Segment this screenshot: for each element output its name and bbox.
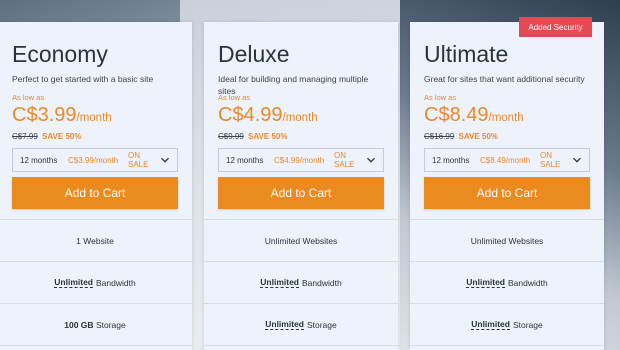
save-label: SAVE 50%	[458, 132, 498, 141]
feature-list: Unlimited Websites Unlimited Bandwidth Un…	[204, 219, 398, 346]
added-security-badge: Added Security	[519, 17, 592, 37]
feature-websites: Unlimited Websites	[204, 220, 398, 262]
as-low-as-label: As low as	[12, 93, 45, 102]
price-period: /month	[488, 112, 524, 124]
price-line: C$4.99/month	[218, 103, 384, 127]
term-dropdown[interactable]: 12 months C$8.49/month ON SALE	[424, 148, 590, 172]
add-to-cart-button[interactable]: Add to Cart	[12, 177, 178, 209]
plan-price: C$8.49	[424, 104, 489, 126]
save-label: SAVE 50%	[248, 132, 288, 141]
term-dropdown[interactable]: 12 months C$3.99/month ON SALE	[12, 148, 178, 172]
feature-storage: Unlimited Storage	[204, 304, 398, 346]
add-to-cart-button[interactable]: Add to Cart	[424, 177, 590, 209]
on-sale-label: ON SALE	[540, 151, 561, 169]
feature-text: Unlimited Websites	[470, 235, 544, 246]
original-price: C$16.99	[424, 132, 455, 141]
add-to-cart-button[interactable]: Add to Cart	[218, 177, 384, 209]
plan-description: Ideal for building and managing multiple…	[218, 74, 369, 96]
feature-text: Bandwidth	[302, 277, 342, 288]
chevron-down-icon	[367, 157, 375, 163]
savings-line: C$7.99 SAVE 50%	[12, 131, 178, 143]
chevron-down-icon	[573, 157, 581, 163]
plan-name: Deluxe	[218, 41, 290, 67]
feature-text: Storage	[306, 319, 337, 330]
plan-name: Ultimate	[424, 41, 509, 67]
feature-highlight[interactable]: Unlimited	[466, 277, 506, 288]
price-period: /month	[76, 112, 112, 124]
feature-storage: Unlimited Storage	[410, 304, 604, 346]
price-line: C$3.99/month	[12, 103, 178, 127]
term-price: C$4.99/month	[274, 155, 325, 165]
feature-highlight: 100 GB	[64, 319, 94, 330]
feature-list: 1 Website Unlimited Bandwidth 100 GB Stor…	[0, 219, 192, 346]
plan-description: Great for sites that want additional sec…	[424, 74, 585, 84]
term-months: 12 months	[20, 155, 58, 165]
feature-websites: Unlimited Websites	[410, 220, 604, 262]
on-sale-label: ON SALE	[334, 151, 355, 169]
original-price: C$9.99	[218, 132, 244, 141]
feature-text: 1 Website	[76, 235, 114, 246]
feature-websites: 1 Website	[0, 220, 192, 262]
original-price: C$7.99	[12, 132, 38, 141]
on-sale-label: ON SALE	[128, 151, 149, 169]
feature-bandwidth: Unlimited Bandwidth	[410, 262, 604, 304]
plan-card-ultimate: Ultimate Great for sites that want addit…	[410, 22, 604, 350]
term-dropdown[interactable]: 12 months C$4.99/month ON SALE	[218, 148, 384, 172]
save-label: SAVE 50%	[42, 132, 82, 141]
as-low-as-label: As low as	[424, 93, 457, 102]
feature-bandwidth: Unlimited Bandwidth	[0, 262, 192, 304]
feature-text: Storage	[512, 319, 543, 330]
feature-highlight[interactable]: Unlimited	[265, 319, 304, 330]
term-months: 12 months	[226, 155, 264, 165]
plan-card-economy: Economy Perfect to get started with a ba…	[0, 22, 192, 350]
plan-description: Perfect to get started with a basic site	[12, 74, 154, 84]
feature-list: Unlimited Websites Unlimited Bandwidth Un…	[410, 219, 604, 346]
feature-text: Unlimited Websites	[264, 235, 338, 246]
feature-text: Bandwidth	[96, 277, 136, 288]
term-price: C$3.99/month	[68, 155, 119, 165]
feature-highlight[interactable]: Unlimited	[54, 277, 94, 288]
feature-storage: 100 GB Storage	[0, 304, 192, 346]
plan-name: Economy	[12, 41, 108, 67]
chevron-down-icon	[161, 157, 169, 163]
plan-card-deluxe: Deluxe Ideal for building and managing m…	[204, 22, 398, 350]
as-low-as-label: As low as	[218, 93, 251, 102]
price-period: /month	[282, 112, 318, 124]
savings-line: C$16.99 SAVE 50%	[424, 131, 590, 143]
feature-bandwidth: Unlimited Bandwidth	[204, 262, 398, 304]
plan-price: C$3.99	[12, 104, 77, 126]
feature-highlight[interactable]: Unlimited	[260, 277, 300, 288]
price-line: C$8.49/month	[424, 103, 590, 127]
feature-text: Storage	[95, 319, 126, 330]
term-price: C$8.49/month	[480, 155, 531, 165]
term-months: 12 months	[432, 155, 470, 165]
plan-price: C$4.99	[218, 104, 283, 126]
feature-text: Bandwidth	[508, 277, 548, 288]
savings-line: C$9.99 SAVE 50%	[218, 131, 384, 143]
feature-highlight[interactable]: Unlimited	[471, 319, 510, 330]
